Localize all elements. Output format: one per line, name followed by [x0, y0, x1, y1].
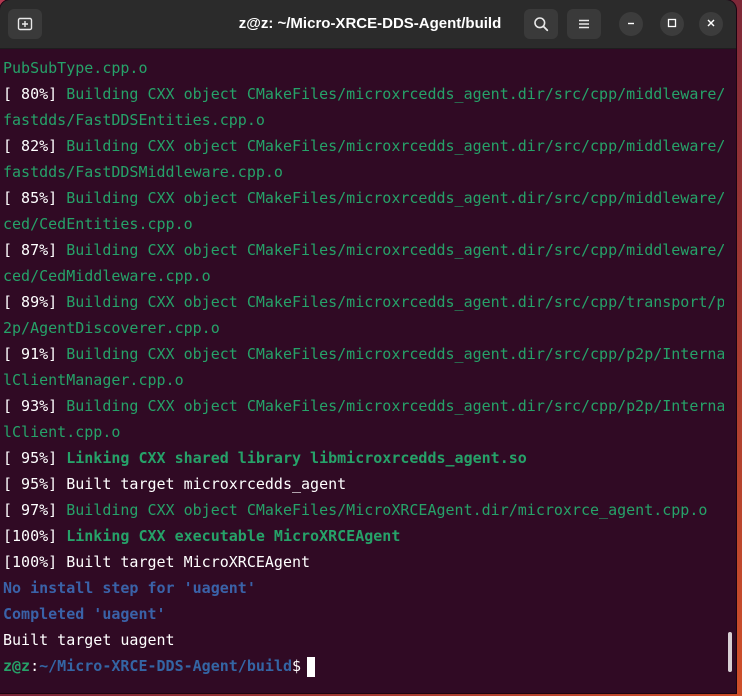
line-text: Building CXX object CMakeFiles/microxrce… [66, 241, 724, 259]
progress-prefix: [ 89%] [3, 293, 67, 311]
progress-prefix: [ 95%] [3, 449, 67, 467]
search-icon [533, 16, 549, 32]
line-text: No install step for 'uagent' [3, 579, 256, 597]
progress-prefix: [100%] [3, 553, 67, 571]
terminal-line: fastdds/FastDDSMiddleware.cpp.o [3, 159, 724, 185]
progress-prefix: [ 95%] [3, 475, 67, 493]
terminal-line: [100%] Built target MicroXRCEAgent [3, 549, 724, 575]
shell-prompt-line[interactable]: z@z:~/Micro-XRCE-DDS-Agent/build$ [3, 653, 724, 679]
terminal-line: [ 91%] Building CXX object CMakeFiles/mi… [3, 341, 724, 367]
line-text: lClientManager.cpp.o [3, 371, 184, 389]
minimize-button[interactable] [619, 12, 643, 36]
terminal-line: PubSubType.cpp.o [3, 55, 724, 81]
line-text: Built target microxrcedds_agent [66, 475, 347, 493]
terminal-line: fastdds/FastDDSEntities.cpp.o [3, 107, 724, 133]
line-text: 2p/AgentDiscoverer.cpp.o [3, 319, 220, 337]
line-text: PubSubType.cpp.o [3, 59, 148, 77]
line-text: Built target uagent [3, 631, 175, 649]
line-text: Linking CXX shared library libmicroxrced… [66, 449, 527, 467]
line-text: Building CXX object CMakeFiles/microxrce… [66, 137, 724, 155]
prompt-path: ~/Micro-XRCE-DDS-Agent/build [39, 657, 292, 675]
prompt-user-host: z@z [3, 657, 31, 675]
search-button[interactable] [524, 9, 558, 39]
terminal-line: No install step for 'uagent' [3, 575, 724, 601]
terminal-line: ced/CedMiddleware.cpp.o [3, 263, 724, 289]
progress-prefix: [ 97%] [3, 501, 67, 519]
scrollbar-thumb[interactable] [728, 632, 732, 672]
line-text: Completed 'uagent' [3, 605, 166, 623]
terminal-line: [ 80%] Building CXX object CMakeFiles/mi… [3, 81, 724, 107]
prompt-symbol: $ [292, 657, 302, 675]
terminal-line: [ 97%] Building CXX object CMakeFiles/Mi… [3, 497, 724, 523]
line-text: fastdds/FastDDSMiddleware.cpp.o [3, 163, 283, 181]
terminal-line: Built target uagent [3, 627, 724, 653]
terminal-line: [ 82%] Building CXX object CMakeFiles/mi… [3, 133, 724, 159]
terminal-window[interactable]: z@z: ~/Micro-XRCE-DDS-Agent/build PubSub… [0, 0, 736, 693]
progress-prefix: [ 80%] [3, 85, 67, 103]
terminal-line: [ 93%] Building CXX object CMakeFiles/mi… [3, 393, 724, 419]
progress-prefix: [100%] [3, 527, 67, 545]
progress-prefix: [ 85%] [3, 189, 67, 207]
maximize-button[interactable] [660, 12, 684, 36]
line-text: ced/CedMiddleware.cpp.o [3, 267, 211, 285]
terminal-line: 2p/AgentDiscoverer.cpp.o [3, 315, 724, 341]
terminal-line: [ 95%] Built target microxrcedds_agent [3, 471, 724, 497]
line-text: ced/CedEntities.cpp.o [3, 215, 193, 233]
terminal-line: lClientManager.cpp.o [3, 367, 724, 393]
terminal-output[interactable]: PubSubType.cpp.o [ 80%] Building CXX obje… [3, 55, 724, 679]
line-text: Building CXX object CMakeFiles/microxrce… [66, 293, 724, 311]
terminal-line: lClient.cpp.o [3, 419, 724, 445]
progress-prefix: [ 87%] [3, 241, 67, 259]
terminal-line: ced/CedEntities.cpp.o [3, 211, 724, 237]
terminal-line: [ 89%] Building CXX object CMakeFiles/mi… [3, 289, 724, 315]
terminal-line: Completed 'uagent' [3, 601, 724, 627]
line-text: Building CXX object CMakeFiles/microxrce… [66, 85, 724, 103]
terminal-line: [ 85%] Building CXX object CMakeFiles/mi… [3, 185, 724, 211]
line-text: Building CXX object CMakeFiles/microxrce… [66, 397, 724, 415]
hamburger-menu-icon [577, 17, 591, 31]
progress-prefix: [ 91%] [3, 345, 67, 363]
new-tab-button[interactable] [8, 9, 42, 39]
minimize-icon [626, 15, 636, 33]
line-text: Built target MicroXRCEAgent [66, 553, 311, 571]
maximize-icon [667, 15, 677, 33]
progress-prefix: [ 93%] [3, 397, 67, 415]
titlebar[interactable]: z@z: ~/Micro-XRCE-DDS-Agent/build [0, 0, 736, 49]
window-title: z@z: ~/Micro-XRCE-DDS-Agent/build [238, 15, 502, 32]
progress-prefix: [ 82%] [3, 137, 67, 155]
close-button[interactable] [699, 12, 723, 36]
text-cursor [307, 656, 316, 677]
line-text: lClient.cpp.o [3, 423, 121, 441]
new-tab-icon [17, 16, 33, 32]
line-text: Linking CXX executable MicroXRCEAgent [66, 527, 401, 545]
terminal-line: [100%] Linking CXX executable MicroXRCEA… [3, 523, 724, 549]
line-text: Building CXX object CMakeFiles/microxrce… [66, 189, 724, 207]
line-text: Building CXX object CMakeFiles/microxrce… [66, 345, 724, 363]
line-text: Building CXX object CMakeFiles/MicroXRCE… [66, 501, 708, 519]
line-text: fastdds/FastDDSEntities.cpp.o [3, 111, 265, 129]
terminal-line: [ 87%] Building CXX object CMakeFiles/mi… [3, 237, 724, 263]
prompt-separator: : [30, 657, 40, 675]
close-icon [706, 15, 716, 33]
terminal-line: [ 95%] Linking CXX shared library libmic… [3, 445, 724, 471]
menu-button[interactable] [567, 9, 601, 39]
